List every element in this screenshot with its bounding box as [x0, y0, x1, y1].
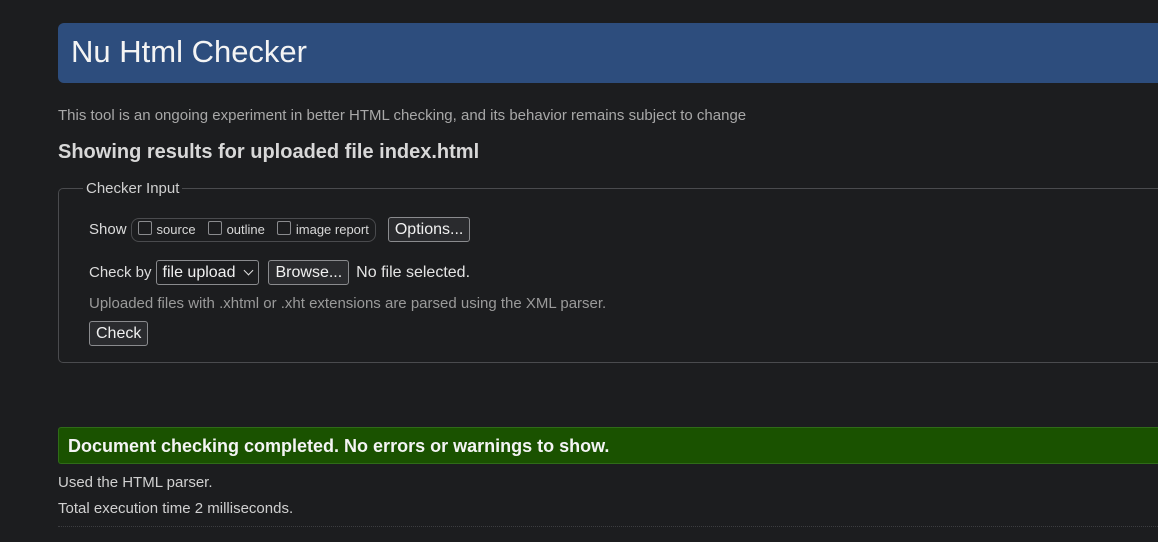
show-outline-option[interactable]: outline [207, 220, 265, 237]
results-heading: Showing results for uploaded file index.… [58, 141, 480, 163]
outline-label: outline [226, 222, 265, 237]
success-banner: Document checking completed. No errors o… [58, 427, 1158, 464]
outline-checkbox[interactable] [207, 220, 222, 235]
check-row: Check [89, 321, 149, 346]
browse-button[interactable]: Browse... [268, 260, 350, 285]
page-title: Nu Html Checker [71, 34, 307, 69]
source-label: source [156, 222, 196, 237]
success-message: Document checking completed. No errors o… [68, 436, 610, 456]
options-button[interactable]: Options... [387, 217, 471, 242]
show-image-report-option[interactable]: image report [276, 220, 369, 237]
image-report-label: image report [295, 222, 369, 237]
image-report-checkbox[interactable] [276, 220, 291, 235]
check-by-value: file upload [162, 263, 236, 281]
check-by-select[interactable]: file upload [155, 260, 260, 285]
divider [58, 526, 1158, 527]
parser-info: Used the HTML parser. [58, 474, 213, 491]
check-by-row: Check by file upload Browse... No file s… [89, 260, 470, 285]
intro-text: This tool is an ongoing experiment in be… [58, 107, 747, 124]
timing-info: Total execution time 2 milliseconds. [58, 500, 294, 517]
show-source-option[interactable]: source [137, 220, 196, 237]
file-status: No file selected. [356, 263, 471, 281]
show-row: Show source outline image report Options… [89, 217, 471, 242]
check-button[interactable]: Check [89, 321, 149, 346]
xml-parser-hint: Uploaded files with .xhtml or .xht exten… [89, 295, 607, 312]
checker-input-fieldset: Checker Input Show source outline image … [58, 180, 1158, 363]
source-checkbox[interactable] [137, 220, 152, 235]
chevron-down-icon [244, 265, 254, 276]
checker-input-legend: Checker Input [83, 180, 183, 197]
check-by-label: Check by [89, 264, 152, 281]
show-options-group: source outline image report [130, 217, 376, 242]
page-header: Nu Html Checker [58, 23, 1158, 83]
show-label: Show [89, 221, 127, 238]
